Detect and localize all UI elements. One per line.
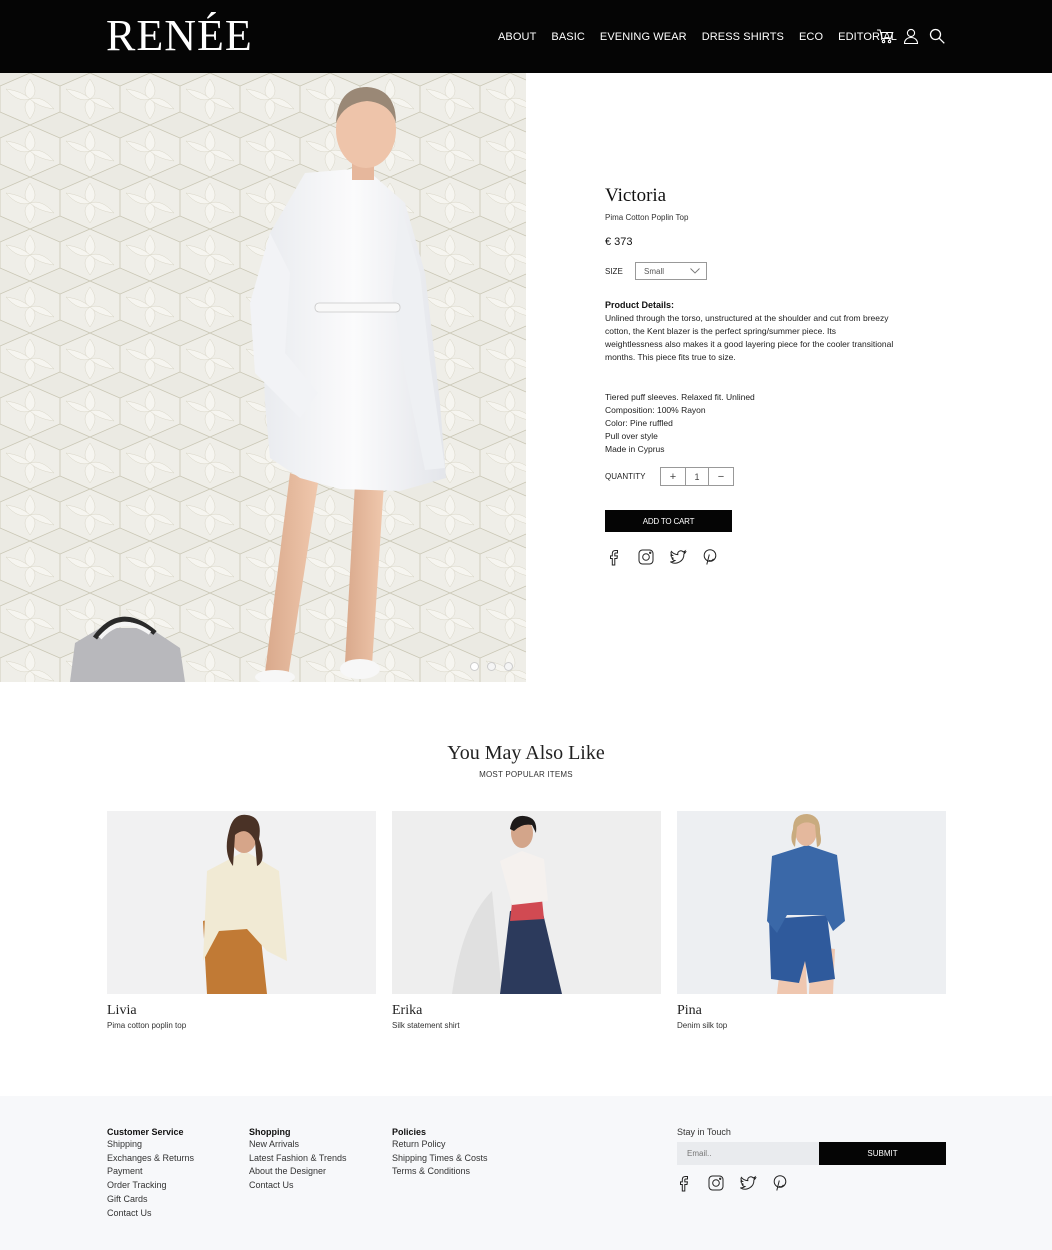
newsletter-heading: Stay in Touch: [677, 1127, 731, 1137]
spec-line: Color: Pine ruffled: [605, 418, 673, 428]
submit-button[interactable]: SUBMIT: [819, 1142, 946, 1165]
footer-heading: Customer Service: [107, 1127, 184, 1137]
product-name: Victoria: [605, 185, 667, 206]
header-icons: [876, 27, 946, 45]
related-card-image[interactable]: [392, 811, 661, 994]
chevron-down-icon: [690, 267, 700, 276]
product-info: Victoria Pima Cotton Poplin Top € 373 SI…: [605, 185, 895, 566]
quantity-value[interactable]: 1: [685, 468, 709, 485]
related-card-name[interactable]: Pina: [677, 1003, 946, 1019]
nav-evening-wear[interactable]: EVENING WEAR: [600, 30, 687, 44]
product-image[interactable]: [0, 73, 526, 682]
related-card-name[interactable]: Livia: [107, 1003, 376, 1019]
size-select[interactable]: Small: [635, 262, 707, 280]
footer-social: [675, 1174, 789, 1192]
footer-link[interactable]: Contact Us: [249, 1179, 347, 1193]
footer-link[interactable]: About the Designer: [249, 1165, 347, 1179]
carousel-dot[interactable]: [487, 662, 496, 671]
spec-line: Composition: 100% Rayon: [605, 405, 706, 415]
qty-increment-button[interactable]: +: [661, 468, 685, 485]
user-icon[interactable]: [902, 27, 920, 45]
footer-shopping: Shopping New Arrivals Latest Fashion & T…: [249, 1126, 347, 1193]
add-to-cart-button[interactable]: ADD TO CART: [605, 510, 732, 532]
footer-link[interactable]: Gift Cards: [107, 1193, 194, 1207]
spec-line: Pull over style: [605, 431, 658, 441]
footer-link[interactable]: Shipping: [107, 1138, 194, 1152]
footer-link[interactable]: Exchanges & Returns: [107, 1152, 194, 1166]
facebook-icon[interactable]: [605, 548, 623, 566]
product-specs: Tiered puff sleeves. Relaxed fit. Unline…: [605, 391, 895, 456]
carousel-dot[interactable]: [504, 662, 513, 671]
related-card-image[interactable]: [677, 811, 946, 994]
related-card-name[interactable]: Erika: [392, 1003, 661, 1019]
details-text: Unlined through the torso, unstructured …: [605, 313, 894, 362]
nav-about[interactable]: ABOUT: [498, 30, 536, 44]
footer-policies: Policies Return Policy Shipping Times & …: [392, 1126, 488, 1179]
size-value: Small: [644, 266, 665, 276]
spec-line: Tiered puff sleeves. Relaxed fit. Unline…: [605, 392, 755, 402]
nav-dress-shirts[interactable]: DRESS SHIRTS: [702, 30, 784, 44]
product-share: [605, 548, 895, 566]
nav-basic[interactable]: BASIC: [551, 30, 585, 44]
product-subtitle: Pima Cotton Poplin Top: [605, 213, 689, 222]
footer-link[interactable]: Terms & Conditions: [392, 1165, 488, 1179]
related-card-desc: Denim silk top: [677, 1021, 728, 1030]
details-heading: Product Details:: [605, 300, 675, 310]
footer-link[interactable]: Payment: [107, 1165, 194, 1179]
related-card[interactable]: Pina Denim silk top: [677, 811, 946, 1030]
quantity-label: QUANTITY: [605, 472, 646, 481]
site-header: RENÉE ABOUT BASIC EVENING WEAR DRESS SHI…: [0, 0, 1052, 73]
footer-link[interactable]: Latest Fashion & Trends: [249, 1152, 347, 1166]
footer-link[interactable]: Contact Us: [107, 1207, 194, 1221]
footer-heading: Shopping: [249, 1127, 291, 1137]
twitter-icon[interactable]: [739, 1174, 757, 1192]
related-title: You May Also Like: [447, 742, 605, 764]
footer-heading: Policies: [392, 1127, 427, 1137]
carousel-dot[interactable]: [470, 662, 479, 671]
related-card[interactable]: Livia Pima cotton poplin top: [107, 811, 376, 1030]
footer-link[interactable]: Order Tracking: [107, 1179, 194, 1193]
qty-decrement-button[interactable]: −: [709, 468, 733, 485]
size-label: SIZE: [605, 266, 623, 276]
main-nav: ABOUT BASIC EVENING WEAR DRESS SHIRTS EC…: [498, 30, 912, 44]
facebook-icon[interactable]: [675, 1174, 693, 1192]
related-card-image[interactable]: [107, 811, 376, 994]
instagram-icon[interactable]: [707, 1174, 725, 1192]
nav-eco[interactable]: ECO: [799, 30, 823, 44]
spec-line: Made in Cyprus: [605, 444, 665, 454]
search-icon[interactable]: [928, 27, 946, 45]
footer-customer-service: Customer Service Shipping Exchanges & Re…: [107, 1126, 194, 1220]
pinterest-icon[interactable]: [771, 1174, 789, 1192]
related-subtitle: MOST POPULAR ITEMS: [479, 770, 573, 779]
brand-logo[interactable]: RENÉE: [106, 10, 253, 62]
size-row: SIZE Small: [605, 262, 895, 280]
footer-link[interactable]: New Arrivals: [249, 1138, 347, 1152]
pinterest-icon[interactable]: [701, 548, 719, 566]
email-input[interactable]: [677, 1142, 819, 1165]
related-card-desc: Silk statement shirt: [392, 1021, 460, 1030]
product-price: € 373: [605, 236, 633, 248]
footer-link[interactable]: Shipping Times & Costs: [392, 1152, 488, 1166]
quantity-stepper: + 1 −: [660, 467, 734, 486]
site-footer: Customer Service Shipping Exchanges & Re…: [0, 1096, 1052, 1250]
twitter-icon[interactable]: [669, 548, 687, 566]
quantity-row: QUANTITY + 1 −: [605, 467, 895, 486]
related-card[interactable]: Erika Silk statement shirt: [392, 811, 661, 1030]
related-card-desc: Pima cotton poplin top: [107, 1021, 187, 1030]
cart-icon[interactable]: [876, 27, 894, 45]
carousel-dots: [470, 662, 513, 671]
instagram-icon[interactable]: [637, 548, 655, 566]
footer-link[interactable]: Return Policy: [392, 1138, 488, 1152]
